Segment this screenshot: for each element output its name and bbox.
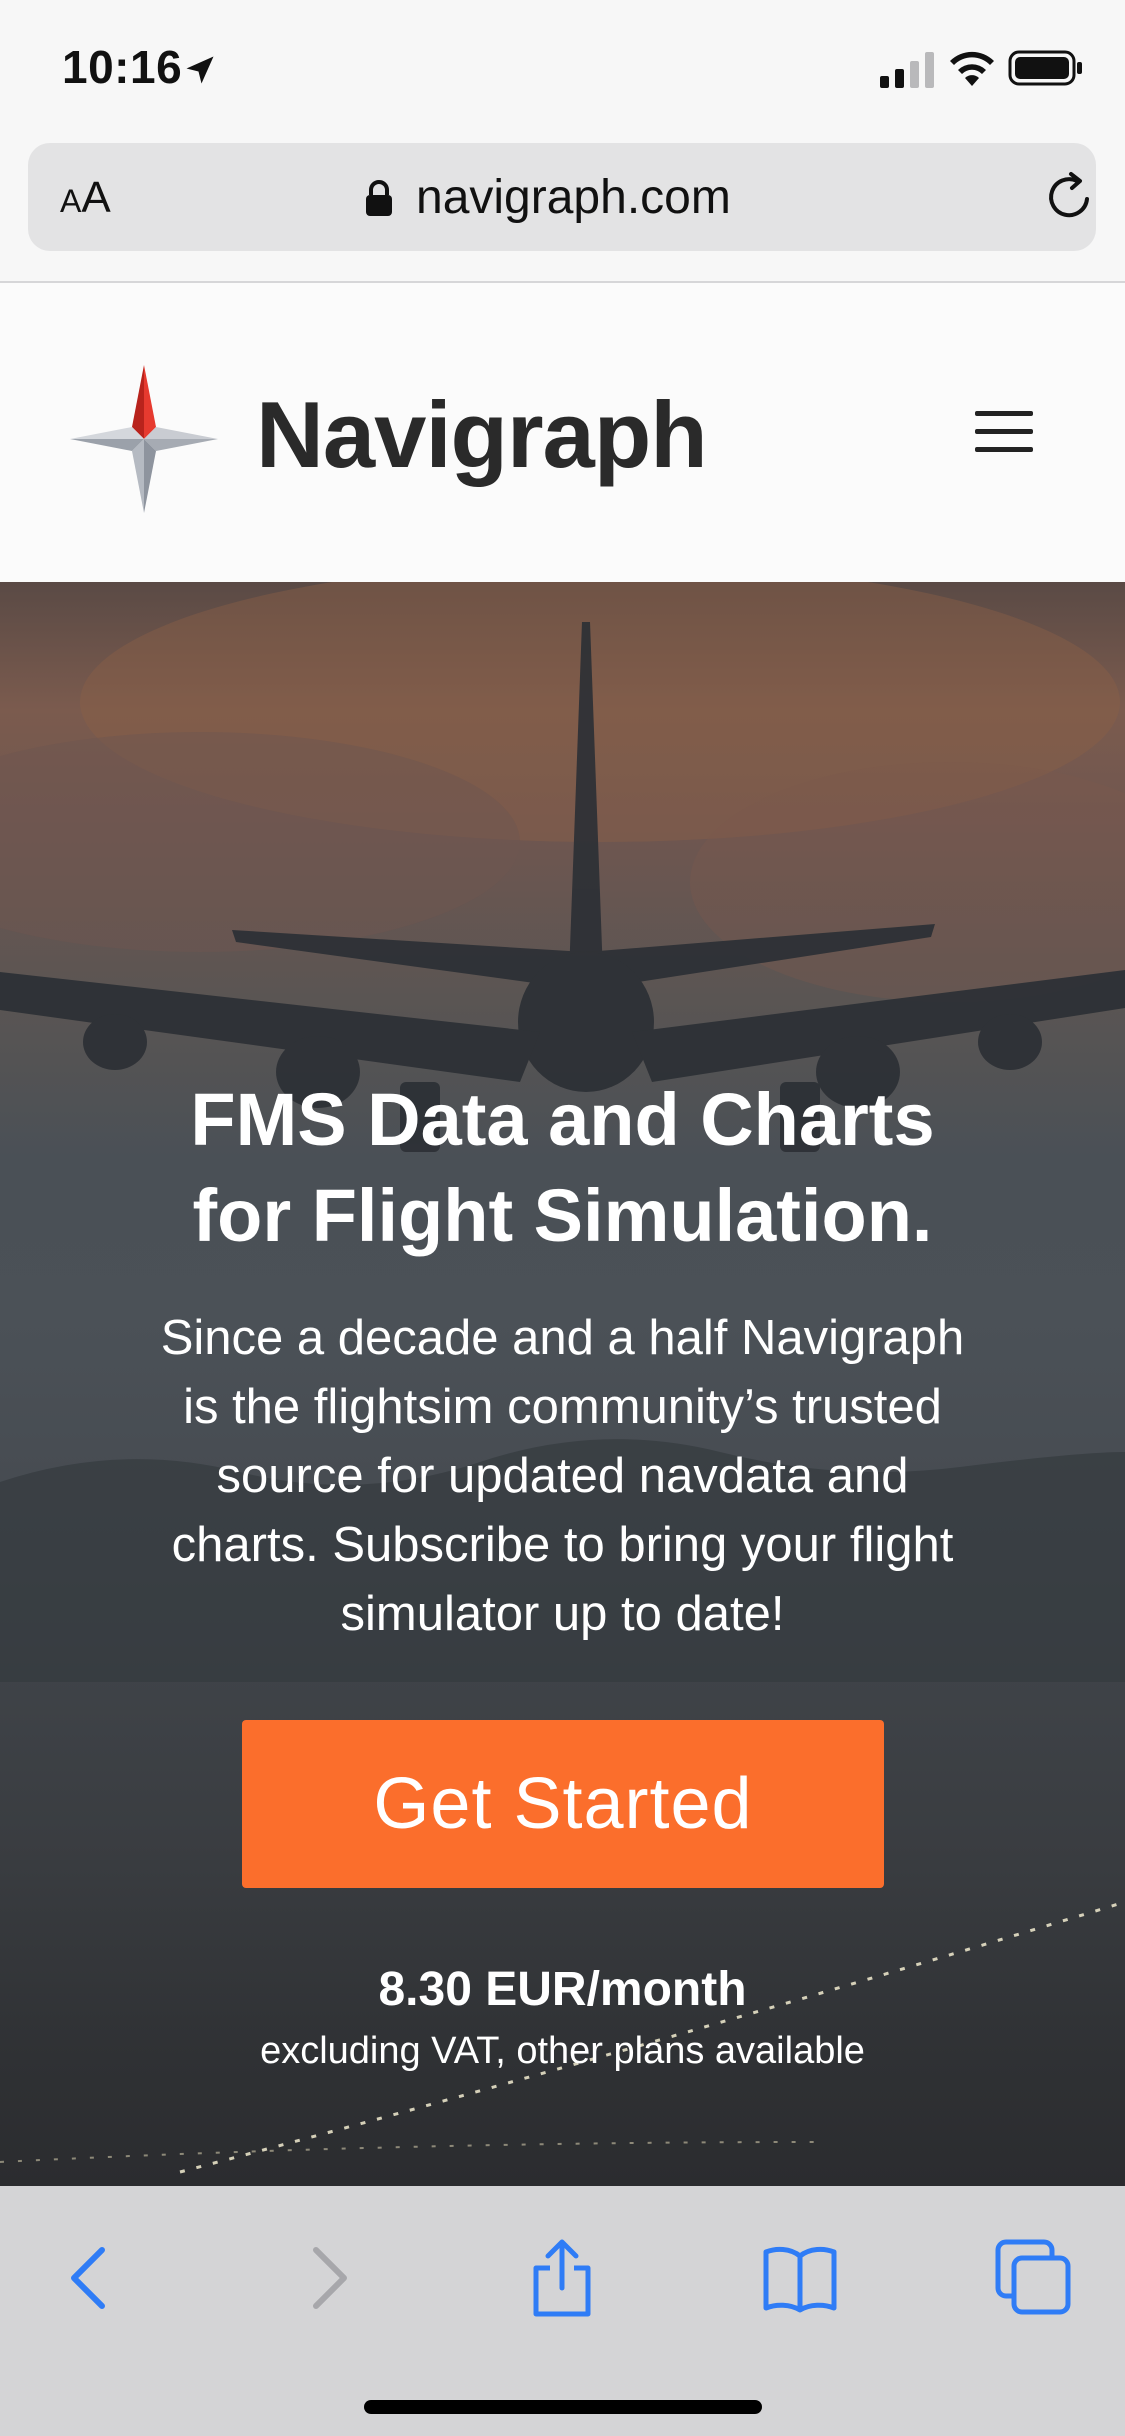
text-size-button[interactable]: AA: [60, 173, 111, 223]
bookmarks-icon[interactable]: [760, 2238, 840, 2318]
site-header: Navigraph: [0, 283, 1125, 582]
forward-icon[interactable]: [286, 2238, 366, 2318]
share-icon[interactable]: [522, 2238, 602, 2318]
address-bar[interactable]: AA navigraph.com: [28, 143, 1096, 251]
status-time: 10:16: [62, 41, 183, 93]
hamburger-menu-icon[interactable]: [975, 411, 1033, 453]
navigraph-logo[interactable]: [70, 365, 218, 513]
price-note: excluding VAT, other plans available: [260, 2030, 865, 2072]
brand-name[interactable]: Navigraph: [256, 381, 708, 489]
browser-toolbar: [0, 2186, 1125, 2436]
reload-icon[interactable]: [1043, 171, 1095, 223]
cellular-signal-icon: [880, 52, 934, 88]
back-icon[interactable]: [52, 2238, 132, 2318]
battery-icon: [1008, 50, 1082, 86]
url-text[interactable]: navigraph.com: [416, 170, 731, 225]
location-arrow-icon: [186, 56, 214, 84]
price-label: 8.30 EUR/month: [378, 1963, 747, 2016]
hero-section: FMS Data and Charts for Flight Simulatio…: [0, 582, 1125, 2186]
status-bar: 10:16: [0, 0, 1125, 140]
lock-icon: [366, 180, 392, 216]
wifi-icon: [950, 51, 994, 86]
home-indicator[interactable]: [364, 2400, 762, 2414]
tabs-icon[interactable]: [994, 2238, 1074, 2318]
get-started-button[interactable]: Get Started: [242, 1720, 884, 1888]
hero-description: Since a decade and a half Navigraph is t…: [160, 1311, 965, 1641]
hero-title: FMS Data and Charts for Flight Simulatio…: [190, 1078, 935, 1257]
